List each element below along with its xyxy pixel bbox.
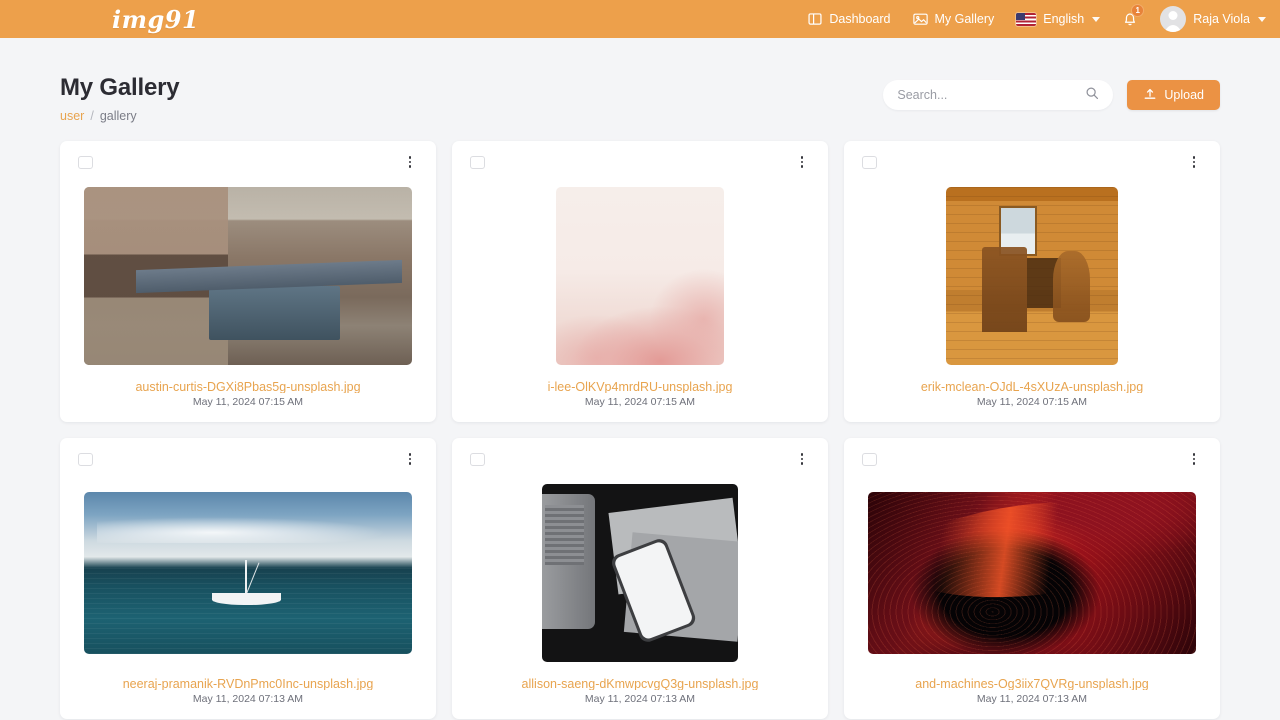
card-toolbar <box>862 449 1202 469</box>
select-checkbox[interactable] <box>470 452 485 466</box>
page-title: My Gallery <box>60 74 180 101</box>
more-options-icon[interactable] <box>1186 451 1202 467</box>
file-date: May 11, 2024 07:15 AM <box>584 396 696 408</box>
breadcrumb: user / gallery <box>60 109 179 123</box>
thumbnail-container[interactable] <box>862 172 1202 376</box>
thumbnail-container[interactable] <box>470 172 810 376</box>
file-name-link[interactable]: neeraj-pramanik-RVDnPmc0Inc-unsplash.jpg <box>78 677 418 690</box>
card-metadata: erik-mclean-OJdL-4sXUzA-unsplash.jpg May… <box>862 376 1202 408</box>
upload-button[interactable]: Upload <box>1127 80 1220 110</box>
gallery-card[interactable]: austin-curtis-DGXi8Pbas5g-unsplash.jpg M… <box>60 141 436 422</box>
card-metadata: austin-curtis-DGXi8Pbas5g-unsplash.jpg M… <box>78 376 418 408</box>
image-thumbnail[interactable] <box>84 491 412 654</box>
image-thumbnail[interactable] <box>542 483 738 662</box>
page-header-actions: Upload <box>883 74 1220 110</box>
brand-logo[interactable]: img91 <box>112 5 199 34</box>
breadcrumb-current-gallery: gallery <box>99 109 137 123</box>
nav-item-dashboard[interactable]: Dashboard <box>808 12 891 26</box>
file-date: May 11, 2024 07:15 AM <box>976 396 1088 408</box>
avatar <box>1160 6 1187 32</box>
card-toolbar <box>78 449 418 469</box>
more-options-icon[interactable] <box>794 154 810 170</box>
search-input[interactable] <box>897 88 1086 102</box>
gallery-grid: austin-curtis-DGXi8Pbas5g-unsplash.jpg M… <box>60 141 1220 719</box>
thumbnail-container[interactable] <box>78 172 418 376</box>
chevron-down-icon <box>1258 16 1266 22</box>
card-toolbar <box>470 152 810 172</box>
image-thumbnail[interactable] <box>868 491 1196 654</box>
gallery-card[interactable]: allison-saeng-dKmwpcvgQ3g-unsplash.jpg M… <box>452 438 828 719</box>
select-checkbox[interactable] <box>78 155 93 169</box>
more-options-icon[interactable] <box>1186 154 1202 170</box>
file-date: May 11, 2024 07:13 AM <box>976 693 1088 705</box>
more-options-icon[interactable] <box>402 451 418 467</box>
image-thumbnail[interactable] <box>946 186 1118 365</box>
notifications-button[interactable]: 1 <box>1122 4 1145 27</box>
gallery-card[interactable]: erik-mclean-OJdL-4sXUzA-unsplash.jpg May… <box>844 141 1220 422</box>
card-toolbar <box>470 449 810 469</box>
card-metadata: and-machines-Og3iix7QVRg-unsplash.jpg Ma… <box>862 673 1202 705</box>
notification-count-badge: 1 <box>1131 4 1145 17</box>
nav-label-language: English <box>1043 12 1085 26</box>
nav-label-dashboard: Dashboard <box>829 12 891 26</box>
card-toolbar <box>78 152 418 172</box>
card-metadata: i-lee-OlKVp4mrdRU-unsplash.jpg May 11, 2… <box>470 376 810 408</box>
file-date: May 11, 2024 07:13 AM <box>192 693 304 705</box>
card-metadata: neeraj-pramanik-RVDnPmc0Inc-unsplash.jpg… <box>78 673 418 705</box>
nav-label-my-gallery: My Gallery <box>934 12 995 26</box>
nav-item-my-gallery[interactable]: My Gallery <box>912 12 995 26</box>
gallery-card[interactable]: and-machines-Og3iix7QVRg-unsplash.jpg Ma… <box>844 438 1220 719</box>
nav-item-user-menu[interactable]: Raja Viola <box>1160 6 1266 32</box>
search-icon[interactable] <box>1085 86 1099 105</box>
more-options-icon[interactable] <box>794 451 810 467</box>
thumbnail-container[interactable] <box>78 469 418 673</box>
dashboard-icon <box>808 12 822 26</box>
gallery-card[interactable]: neeraj-pramanik-RVDnPmc0Inc-unsplash.jpg… <box>60 438 436 719</box>
image-thumbnail[interactable] <box>556 186 724 365</box>
file-name-link[interactable]: i-lee-OlKVp4mrdRU-unsplash.jpg <box>470 380 810 393</box>
us-flag-icon <box>1016 12 1037 26</box>
file-date: May 11, 2024 07:13 AM <box>584 693 696 705</box>
file-name-link[interactable]: austin-curtis-DGXi8Pbas5g-unsplash.jpg <box>78 380 418 393</box>
breadcrumb-separator: / <box>90 109 94 123</box>
page-container: My Gallery user / gallery Search... Uplo… <box>0 38 1280 719</box>
nav-right-group: Dashboard My Gallery English 1 Raja Viol… <box>808 0 1266 38</box>
thumbnail-container[interactable] <box>862 469 1202 673</box>
select-checkbox[interactable] <box>78 452 93 466</box>
image-icon <box>912 12 928 26</box>
image-thumbnail[interactable] <box>84 186 412 365</box>
top-navigation-bar: img91 Dashboard My Gallery English 1 Raj… <box>0 0 1280 38</box>
chevron-down-icon <box>1092 16 1101 22</box>
file-name-link[interactable]: allison-saeng-dKmwpcvgQ3g-unsplash.jpg <box>470 677 810 690</box>
select-checkbox[interactable] <box>470 155 485 169</box>
upload-icon <box>1143 87 1157 104</box>
search-box[interactable] <box>883 80 1114 110</box>
nav-label-username: Raja Viola <box>1193 12 1250 26</box>
select-checkbox[interactable] <box>862 155 877 169</box>
breadcrumb-link-user[interactable]: user <box>60 109 84 123</box>
nav-item-language[interactable]: English <box>1016 12 1101 26</box>
card-toolbar <box>862 152 1202 172</box>
card-metadata: allison-saeng-dKmwpcvgQ3g-unsplash.jpg M… <box>470 673 810 705</box>
gallery-card[interactable]: i-lee-OlKVp4mrdRU-unsplash.jpg May 11, 2… <box>452 141 828 422</box>
more-options-icon[interactable] <box>402 154 418 170</box>
file-name-link[interactable]: and-machines-Og3iix7QVRg-unsplash.jpg <box>862 677 1202 690</box>
file-name-link[interactable]: erik-mclean-OJdL-4sXUzA-unsplash.jpg <box>862 380 1202 393</box>
upload-button-label: Upload <box>1164 88 1204 102</box>
file-date: May 11, 2024 07:15 AM <box>192 396 304 408</box>
thumbnail-container[interactable] <box>470 469 810 673</box>
page-header-left: My Gallery user / gallery <box>60 74 180 123</box>
page-header: My Gallery user / gallery Search... Uplo… <box>60 38 1220 123</box>
select-checkbox[interactable] <box>862 452 877 466</box>
